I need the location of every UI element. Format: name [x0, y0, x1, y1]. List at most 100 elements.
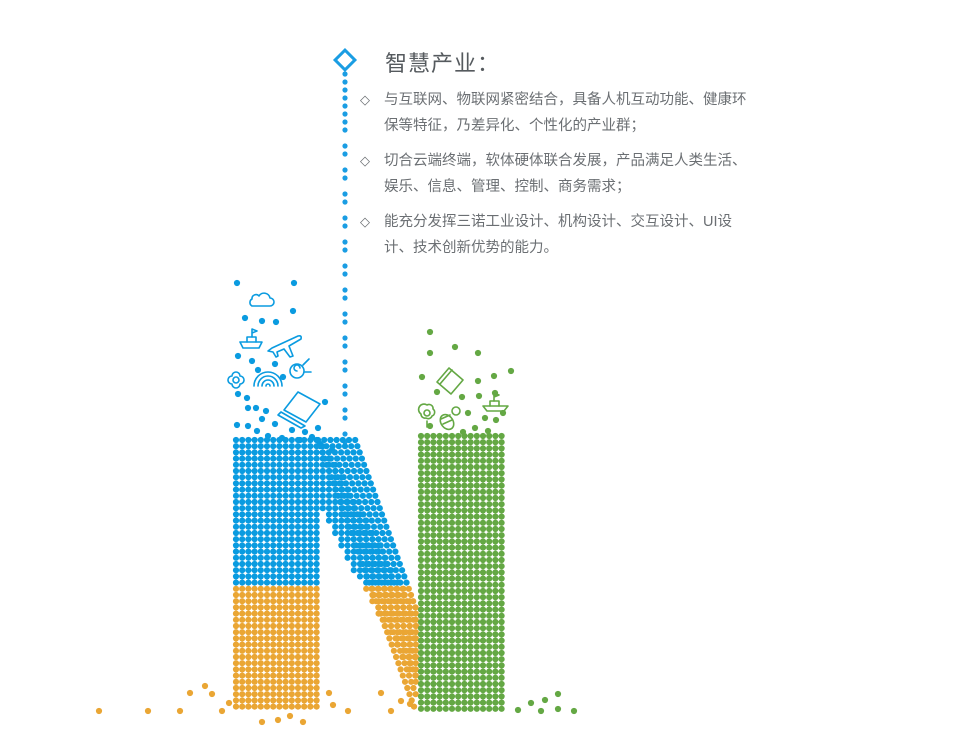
dot	[239, 585, 246, 592]
dot	[388, 554, 395, 561]
dot	[336, 461, 343, 468]
dot	[245, 567, 252, 574]
dot	[492, 538, 499, 545]
dot	[436, 625, 443, 632]
dot	[350, 449, 357, 456]
dot	[436, 501, 443, 508]
dot	[257, 505, 264, 512]
dot	[276, 678, 283, 685]
dot	[282, 585, 289, 592]
dot	[455, 544, 462, 551]
dot	[436, 680, 443, 688]
dot	[270, 629, 277, 636]
dot	[307, 653, 314, 661]
dot	[479, 687, 487, 694]
dot	[245, 461, 252, 468]
section-title: 智慧产业：	[385, 51, 501, 76]
dot	[251, 498, 258, 506]
dot	[473, 687, 480, 694]
dot	[245, 641, 252, 648]
dot	[294, 579, 302, 586]
dot	[498, 525, 505, 533]
dot	[377, 542, 384, 549]
dot	[407, 591, 415, 599]
flower-icon	[227, 371, 245, 389]
dot	[239, 505, 246, 512]
dot	[251, 486, 258, 493]
dot	[436, 668, 443, 675]
dot	[270, 554, 277, 561]
dot	[245, 536, 252, 543]
dot	[251, 492, 258, 499]
dot	[455, 556, 462, 564]
dot	[436, 662, 443, 669]
dot	[492, 705, 499, 712]
dot	[270, 467, 277, 475]
dot	[369, 536, 376, 543]
dot	[338, 523, 345, 530]
dot	[313, 517, 320, 524]
dot	[313, 666, 320, 673]
dot	[486, 643, 493, 650]
dot	[479, 581, 487, 588]
dot	[417, 581, 425, 588]
dot	[307, 511, 314, 518]
dot	[263, 691, 271, 698]
dot	[390, 647, 397, 654]
dot	[492, 674, 499, 681]
dot	[257, 573, 264, 580]
dot	[245, 560, 252, 568]
dot	[417, 618, 425, 626]
dot	[436, 470, 443, 477]
dot	[498, 687, 505, 694]
dot	[336, 480, 343, 487]
dot	[276, 449, 283, 456]
dot	[239, 641, 246, 648]
dot	[325, 486, 333, 493]
dot	[325, 517, 333, 524]
dot	[232, 517, 240, 524]
dot	[325, 689, 333, 697]
dot	[514, 706, 522, 714]
dot	[455, 606, 462, 613]
dot	[342, 383, 348, 389]
dot	[430, 556, 437, 564]
dot	[492, 563, 499, 570]
dot	[301, 610, 308, 617]
dot	[263, 660, 271, 667]
dot	[486, 507, 493, 514]
dot	[375, 604, 382, 611]
bullet-text: 与互联网、物联网紧密结合，具备人机互动功能、健康环保等特征，乃差异化、个性化的产…	[384, 92, 747, 134]
dot	[486, 569, 493, 576]
dot	[473, 457, 480, 464]
dot	[492, 631, 499, 638]
dot	[395, 660, 402, 667]
dot	[455, 612, 462, 619]
dot	[455, 488, 462, 495]
dot	[232, 635, 240, 642]
dot	[365, 474, 372, 481]
dot	[276, 616, 283, 623]
dot	[448, 482, 456, 489]
dot	[263, 542, 271, 549]
dot	[404, 684, 411, 692]
dot	[405, 585, 412, 592]
dot	[286, 712, 294, 720]
dot	[455, 519, 462, 526]
dot	[344, 542, 351, 549]
dot	[301, 474, 308, 481]
dot	[239, 604, 246, 611]
dot	[461, 532, 468, 539]
dot	[430, 445, 437, 452]
dot	[263, 647, 271, 654]
cloud-icon	[249, 292, 275, 307]
dot	[424, 507, 431, 514]
dot	[313, 616, 320, 623]
dot	[233, 421, 241, 429]
dot	[424, 656, 431, 663]
dot	[473, 637, 480, 644]
dot	[467, 538, 474, 545]
dot	[313, 641, 320, 648]
dot	[353, 492, 360, 499]
dot	[288, 629, 295, 636]
